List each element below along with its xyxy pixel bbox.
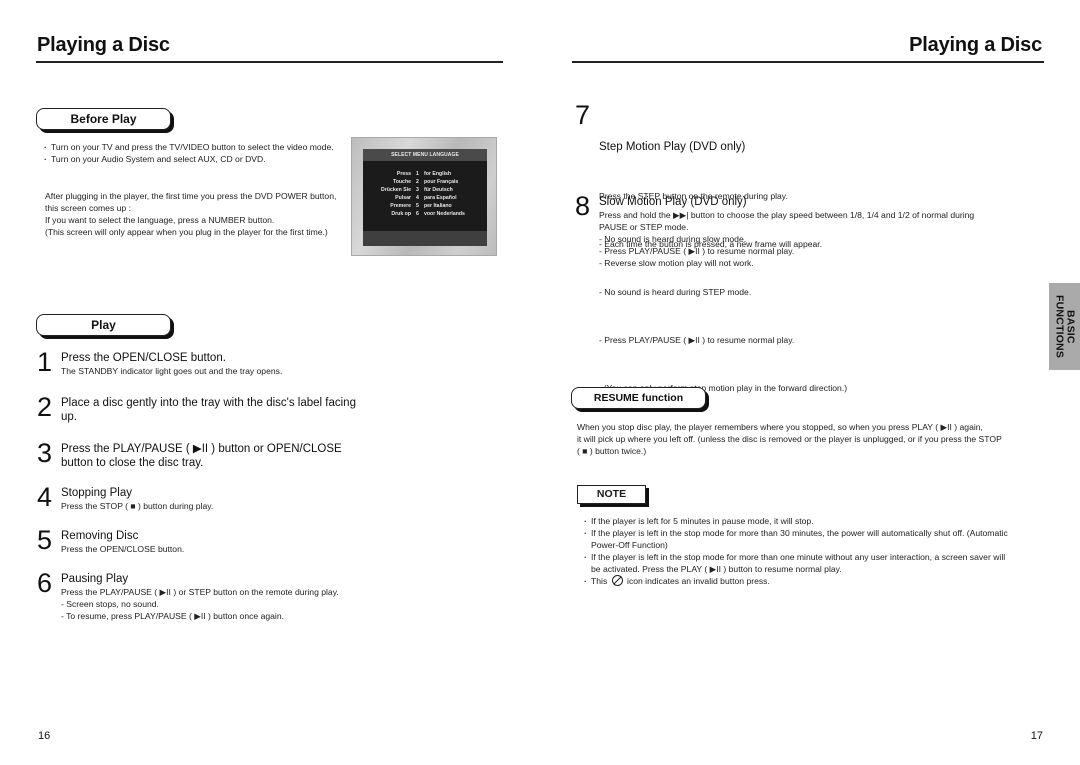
step-line: - Reverse slow motion play will not work…	[599, 258, 754, 268]
step-title: Place a disc gently into the tray with t…	[61, 397, 356, 423]
language-name: para Español	[424, 195, 457, 201]
step-number: 1	[37, 347, 53, 377]
language-menu-screenshot: SELECT MENU LANGUAGE Press 1 for English T…	[351, 137, 497, 256]
language-row: Drücken Sie 3 für Deutsch	[363, 186, 487, 194]
language-menu-header: SELECT MENU LANGUAGE	[363, 149, 487, 161]
step-line: - Press PLAY/PAUSE ( ▶II ) to resume nor…	[599, 335, 795, 345]
list-item: If the player is left in the stop mode f…	[584, 527, 1014, 551]
language-number: 2	[416, 179, 419, 185]
step-body: Press the PLAY/PAUSE ( ▶II ) button or O…	[61, 442, 371, 470]
list-item: This icon indicates an invalid button pr…	[584, 575, 1034, 587]
page-title-left: Playing a Disc	[37, 34, 170, 56]
language-rows: Press 1 for English Touche 2 pour Français D…	[363, 161, 487, 218]
language-menu-footer	[363, 231, 487, 246]
before-play-bullets: Turn on your TV and press the TV/VIDEO b…	[44, 141, 339, 165]
language-number: 4	[416, 195, 419, 201]
paragraph-line: ( ■ ) button twice.)	[577, 446, 647, 456]
note-invalid-prefix: This	[591, 576, 608, 586]
language-number: 1	[416, 171, 419, 177]
play-heading: Play	[36, 314, 171, 336]
step-number: 5	[37, 525, 53, 555]
language-word: Press	[396, 171, 411, 177]
step-number: 2	[37, 392, 53, 422]
invalid-prohibited-icon	[611, 575, 623, 586]
step-number: 8	[575, 191, 591, 221]
tv-screen: SELECT MENU LANGUAGE Press 1 for English T…	[363, 149, 487, 246]
step-line: Press the OPEN/CLOSE button.	[61, 544, 185, 554]
language-row: Premere 5 per Italiano	[363, 202, 487, 210]
page-title-right: Playing a Disc	[909, 34, 1042, 56]
language-name: voor Nederlands	[424, 211, 465, 217]
language-word: Pulsar	[395, 195, 411, 201]
language-name: per Italiano	[424, 203, 452, 209]
step-body: Place a disc gently into the tray with t…	[61, 396, 361, 424]
step-number: 7	[575, 100, 591, 130]
list-item: Turn on your TV and press the TV/VIDEO b…	[44, 141, 339, 153]
step-line: Press the PLAY/PAUSE ( ▶II ) or STEP but…	[61, 587, 339, 597]
before-play-heading: Before Play	[36, 108, 171, 130]
language-row: Touche 2 pour Français	[363, 178, 487, 186]
language-word: Touche	[392, 179, 411, 185]
step-title: Removing Disc	[61, 530, 139, 542]
before-play-paragraph: After plugging in the player, the first …	[45, 190, 340, 238]
language-row: Druk op 6 voor Nederlands	[363, 210, 487, 218]
step-title: Slow Motion Play (DVD only)	[599, 196, 747, 208]
step-title: Press the OPEN/CLOSE button.	[61, 352, 226, 364]
step-line: - Press PLAY/PAUSE ( ▶II ) to resume nor…	[599, 246, 795, 256]
step-body: Stopping Play Press the STOP ( ■ ) butto…	[61, 486, 213, 512]
language-name: für Deutsch	[424, 187, 453, 193]
language-number: 3	[416, 187, 419, 193]
language-word: Premere	[390, 203, 411, 209]
step-number: 4	[37, 482, 53, 512]
page-number-right: 17	[1030, 730, 1043, 742]
step-body: Slow Motion Play (DVD only) Press and ho…	[599, 195, 1029, 269]
language-number: 5	[416, 203, 419, 209]
step-title: Press the PLAY/PAUSE ( ▶II ) button or O…	[61, 443, 342, 469]
language-number: 6	[416, 211, 419, 217]
paragraph-line: (This screen will only appear when you p…	[45, 227, 328, 237]
list-item: If the player is left in the stop mode f…	[584, 551, 1014, 575]
step-number: 3	[37, 438, 53, 468]
language-word: Drücken Sie	[381, 187, 411, 193]
list-item: If the player is left for 5 minutes in p…	[584, 515, 1034, 527]
page-number-left: 16	[38, 730, 51, 742]
language-name: for English	[424, 171, 452, 177]
language-word: Druk op	[391, 211, 411, 217]
step-body: Pausing Play Press the PLAY/PAUSE ( ▶II …	[61, 572, 401, 622]
step-title: Pausing Play	[61, 573, 129, 585]
note-bullets: If the player is left for 5 minutes in p…	[584, 515, 1034, 587]
title-divider-right	[572, 61, 1044, 63]
section-tab-label: BASIC FUNCTIONS	[1053, 294, 1077, 359]
step-title: Stopping Play	[61, 487, 132, 499]
resume-function-text: When you stop disc play, the player reme…	[577, 421, 1047, 457]
step-line: - To resume, press PLAY/PAUSE ( ▶II ) bu…	[61, 611, 284, 621]
step-title: Step Motion Play (DVD only)	[599, 141, 746, 153]
title-divider-left	[36, 61, 503, 63]
paragraph-line: When you stop disc play, the player reme…	[577, 422, 983, 432]
step-body: Removing Disc Press the OPEN/CLOSE butto…	[61, 529, 184, 555]
language-row: Press 1 for English	[363, 170, 487, 178]
step-line: PAUSE or STEP mode.	[599, 222, 689, 232]
paragraph-line: After plugging in the player, the first …	[45, 191, 337, 213]
step-number: 6	[37, 568, 53, 598]
note-heading: NOTE	[577, 485, 646, 504]
section-tab-basic-functions: BASIC FUNCTIONS	[1049, 283, 1080, 370]
note-invalid-suffix: icon indicates an invalid button press.	[627, 576, 770, 586]
resume-function-heading: RESUME function	[571, 387, 706, 409]
step-line: The STANDBY indicator light goes out and…	[61, 366, 283, 376]
language-name: pour Français	[424, 179, 459, 185]
step-body: Press the OPEN/CLOSE button. The STANDBY…	[61, 351, 282, 377]
language-row: Pulsar 4 para Español	[363, 194, 487, 202]
paragraph-line: it will pick up where you left off. (unl…	[577, 434, 1002, 444]
paragraph-line: If you want to select the language, pres…	[45, 215, 275, 225]
step-line: Press and hold the ▶▶| button to choose …	[599, 210, 975, 220]
step-line: - No sound is heard during slow mode.	[599, 234, 747, 244]
list-item: Turn on your Audio System and select AUX…	[44, 153, 339, 165]
step-line: - Screen stops, no sound.	[61, 599, 159, 609]
step-line: - No sound is heard during STEP mode.	[599, 287, 752, 297]
step-line: Press the STOP ( ■ ) button during play.	[61, 501, 214, 511]
